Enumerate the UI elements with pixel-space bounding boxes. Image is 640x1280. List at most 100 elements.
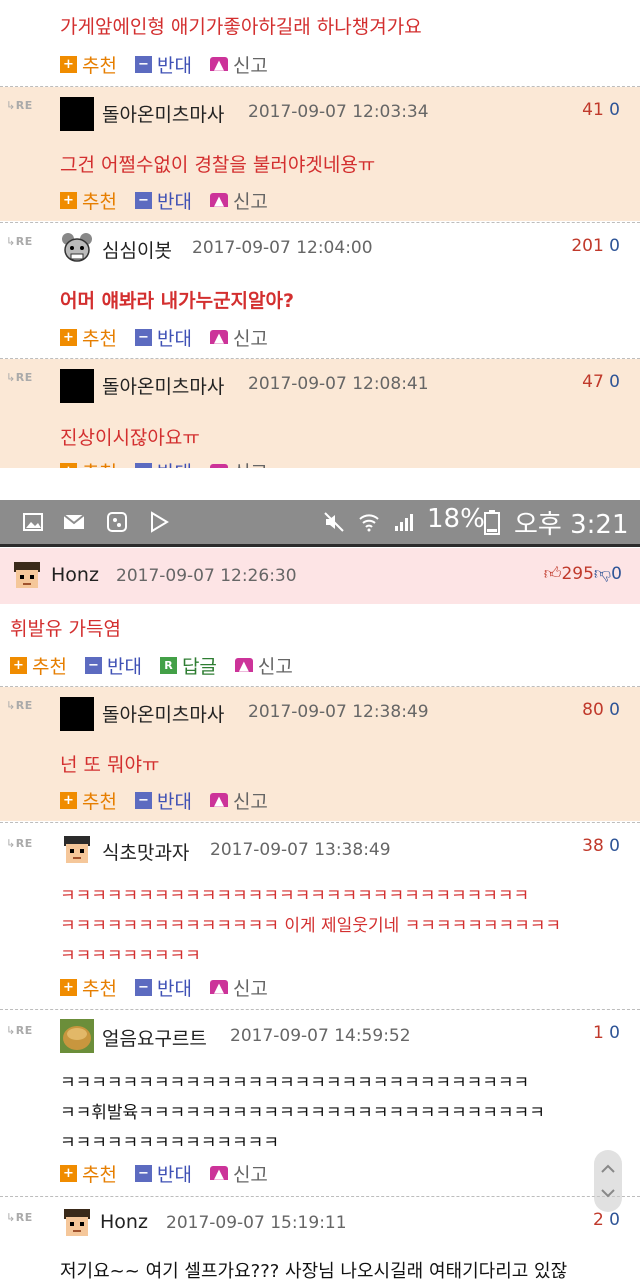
username[interactable]: Honz: [51, 564, 99, 586]
recommend-button[interactable]: +추천: [60, 51, 117, 78]
oppose-button[interactable]: −반대: [134, 787, 192, 814]
scroll-button[interactable]: [594, 1150, 622, 1212]
oppose-button[interactable]: −반대: [134, 458, 192, 468]
siren-icon: ▲: [209, 330, 228, 346]
plus-square-icon: +: [10, 656, 27, 674]
plus-square-icon: +: [60, 978, 77, 996]
siren-icon: ▲: [209, 464, 228, 468]
plus-square-icon: +: [60, 462, 77, 468]
oppose-button[interactable]: −반대: [134, 51, 192, 78]
status-bar: 18% 오후 3:21: [0, 500, 640, 547]
post-header: Honz 2017-09-07 12:26:30 👍︎295👎︎0: [0, 548, 640, 604]
siren-icon: ▲: [209, 193, 228, 209]
comment-item: ↳RE 얼음요구르트 2017-09-07 14:59:52 1 0 ㅋㅋㅋㅋㅋ…: [0, 1010, 640, 1196]
reply-indicator-icon: ↳RE: [6, 699, 33, 712]
oppose-button[interactable]: −반대: [134, 1160, 192, 1187]
vote-score: 47 0: [582, 372, 620, 392]
avatar[interactable]: [60, 1206, 94, 1240]
recommend-button[interactable]: +추천: [60, 787, 117, 814]
username[interactable]: 돌아온미츠마사: [102, 700, 224, 727]
reply-indicator-icon: ↳RE: [6, 99, 33, 112]
plus-square-icon: +: [60, 328, 77, 346]
mail-icon: [63, 514, 85, 529]
action-bar: +추천 −반대 ▲신고: [60, 51, 286, 78]
recommend-button[interactable]: +추천: [60, 974, 117, 1001]
comment-text: ㅋㅋㅋㅋㅋㅋㅋㅋㅋㅋㅋㅋㅋㅋㅋㅋㅋㅋㅋㅋㅋㅋㅋㅋㅋㅋㅋㅋㅋㅋ ㅋㅋ휘발육ㅋㅋㅋㅋ…: [60, 1073, 545, 1153]
action-bar: +추천 −반대 ▲신고: [60, 787, 286, 814]
post-text: 휘발유 가득염: [10, 618, 121, 640]
minus-square-icon: −: [134, 191, 152, 209]
r-square-icon: R: [159, 656, 177, 674]
report-button[interactable]: ▲신고: [209, 1160, 268, 1187]
reply-button[interactable]: R 답글: [159, 652, 217, 679]
reply-indicator-icon: ↳RE: [6, 837, 33, 850]
play-store-icon: [151, 511, 169, 533]
recommend-button[interactable]: +추천: [60, 458, 117, 468]
action-bar: + 추천 − 반대 R 답글 ▲ 신고: [10, 652, 311, 679]
action-bar: +추천 −반대 ▲신고: [60, 459, 286, 468]
avatar[interactable]: [60, 833, 94, 867]
username[interactable]: 돌아온미츠마사: [102, 100, 224, 127]
siren-icon: ▲: [209, 57, 228, 73]
plus-square-icon: +: [60, 791, 77, 809]
username[interactable]: 식초맛과자: [102, 838, 189, 865]
recommend-button[interactable]: +추천: [60, 324, 117, 351]
report-button[interactable]: ▲신고: [209, 974, 268, 1001]
thumbs-down-icon[interactable]: 👎︎: [594, 564, 611, 584]
report-button[interactable]: ▲신고: [209, 51, 268, 78]
comment-item: ↳RE 돌아온미츠마사 2017-09-07 12:08:41 47 0 진상이…: [0, 359, 640, 468]
app-notification-icon: [107, 512, 127, 532]
oppose-button[interactable]: −반대: [134, 974, 192, 1001]
timestamp: 2017-09-07 14:59:52: [230, 1026, 411, 1046]
reply-indicator-icon: ↳RE: [6, 1024, 33, 1037]
avatar[interactable]: [60, 369, 94, 403]
comment-item: ↳RE 돌아온미츠마사 2017-09-07 12:03:34 41 0 그건 …: [0, 87, 640, 221]
action-bar: +추천 −반대 ▲신고: [60, 187, 286, 214]
timestamp: 2017-09-07 12:08:41: [248, 374, 429, 394]
comment-text: 진상이시잖아요ㅠ: [60, 427, 200, 449]
oppose-button[interactable]: −반대: [84, 652, 142, 679]
battery-percent: 18%: [427, 504, 485, 534]
minus-square-icon: −: [134, 55, 152, 73]
battery-icon: [484, 510, 500, 535]
vote-score: 38 0: [582, 836, 620, 856]
report-button[interactable]: ▲신고: [209, 324, 268, 351]
username[interactable]: 심심이봇: [102, 236, 172, 263]
plus-square-icon: +: [60, 191, 77, 209]
vote-score: 201 0: [571, 236, 620, 256]
comment-item: ↳RE Honz 2017-09-07 15:19:11 2 0 저기요~~ 여…: [0, 1197, 640, 1280]
recommend-button[interactable]: +추천: [10, 652, 67, 679]
avatar[interactable]: [60, 97, 94, 131]
minus-square-icon: −: [134, 791, 152, 809]
report-button[interactable]: ▲신고: [234, 652, 293, 679]
gallery-icon: [23, 513, 43, 531]
thumbs-up-icon[interactable]: 👍︎: [544, 564, 562, 584]
username[interactable]: Honz: [100, 1211, 148, 1233]
oppose-button[interactable]: −반대: [134, 324, 192, 351]
minus-square-icon: −: [134, 328, 152, 346]
siren-icon: ▲: [209, 980, 228, 996]
username[interactable]: 돌아온미츠마사: [102, 372, 224, 399]
recommend-button[interactable]: +추천: [60, 1160, 117, 1187]
minus-square-icon: −: [134, 462, 152, 468]
report-button[interactable]: ▲신고: [209, 187, 268, 214]
timestamp: 2017-09-07 12:03:34: [248, 102, 429, 122]
avatar[interactable]: [10, 558, 44, 592]
avatar[interactable]: [60, 231, 94, 265]
avatar[interactable]: [60, 697, 94, 731]
comment-text: 넌 또 뭐야ㅠ: [60, 754, 160, 776]
minus-square-icon: −: [134, 978, 152, 996]
comment-text: 저기요~~ 여기 셀프가요??? 사장님 나오시길래 여태기다리고 있잖: [60, 1261, 568, 1280]
clock: 오후 3:21: [514, 510, 629, 540]
avatar[interactable]: [60, 1019, 94, 1053]
siren-icon: ▲: [234, 658, 253, 674]
reply-indicator-icon: ↳RE: [6, 1211, 33, 1224]
timestamp: 2017-09-07 12:04:00: [192, 238, 373, 258]
username[interactable]: 얼음요구르트: [102, 1024, 207, 1051]
report-button[interactable]: ▲신고: [209, 787, 268, 814]
oppose-button[interactable]: −반대: [134, 187, 192, 214]
recommend-button[interactable]: +추천: [60, 187, 117, 214]
comment-text: 그건 어쩔수없이 경찰을 불러야겟네용ㅠ: [60, 154, 376, 176]
report-button[interactable]: ▲신고: [209, 458, 268, 468]
timestamp: 2017-09-07 15:19:11: [166, 1213, 347, 1233]
